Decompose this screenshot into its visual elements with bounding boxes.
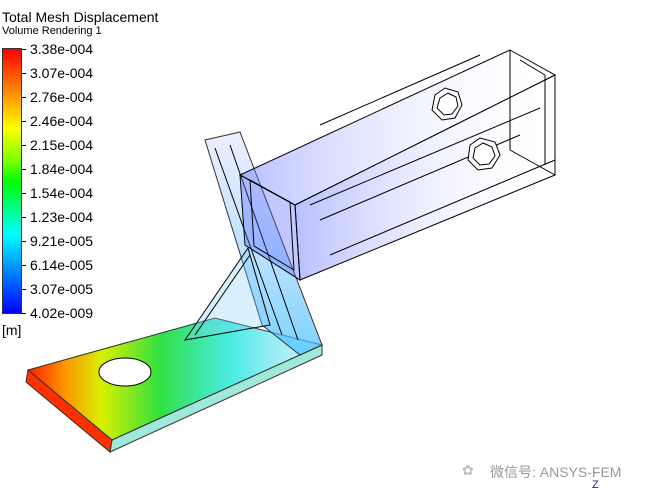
wechat-icon: ✿: [462, 462, 474, 478]
axis-z-label: Z: [592, 479, 599, 491]
viewport-3d[interactable]: [0, 0, 658, 501]
bracket-model: [25, 49, 557, 453]
plate-hole: [98, 357, 152, 387]
watermark-text: 微信号: ANSYS-FEM: [490, 464, 622, 480]
